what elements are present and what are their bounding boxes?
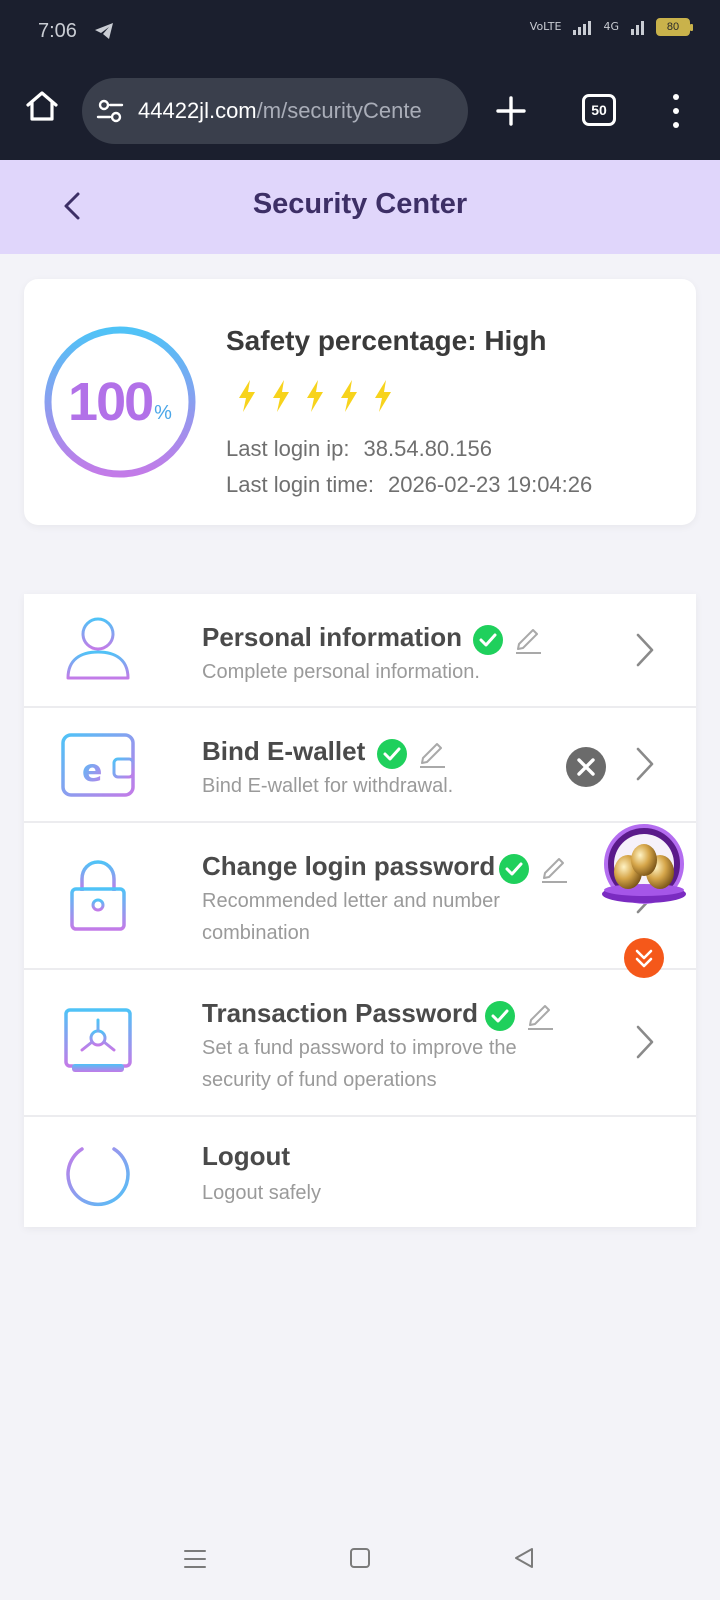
- lightning-icon: [307, 380, 323, 412]
- home-icon[interactable]: [24, 88, 60, 124]
- menu-item-transaction-password[interactable]: Transaction Password Set a fund password…: [24, 970, 696, 1117]
- safety-percent: 100 %: [42, 324, 198, 480]
- last-login-time-value: 2026-02-23 19:04:26: [387, 472, 593, 497]
- volte-indicator: VoLTE: [529, 20, 562, 33]
- lightning-icon: [273, 380, 289, 412]
- lightning-icon: [375, 380, 391, 412]
- chevron-right-icon: [636, 633, 654, 667]
- svg-text:e: e: [82, 754, 102, 789]
- battery-icon: 80: [656, 18, 693, 36]
- double-chevron-down-icon: [635, 949, 653, 968]
- telegram-icon: [95, 23, 113, 39]
- address-bar[interactable]: 44422jl.com/m/securityCente: [82, 78, 468, 144]
- expand-button[interactable]: [624, 938, 664, 978]
- edit-pencil-icon[interactable]: [526, 1000, 554, 1030]
- site-settings-icon[interactable]: [96, 98, 124, 124]
- last-login-time-label: Last login time:: [226, 472, 374, 497]
- system-nav-bar: [0, 1528, 720, 1600]
- menu-item-description: Bind E-wallet for withdrawal.: [202, 775, 454, 797]
- verified-check-icon: [377, 739, 407, 769]
- menu-item-description: Complete personal information.: [202, 661, 480, 683]
- menu-item-description: Set a fund password to improve the secur…: [202, 1037, 517, 1091]
- browser-toolbar: 44422jl.com/m/securityCente 50: [0, 64, 720, 160]
- menu-item-change-login-password[interactable]: Change login password Recommended letter…: [24, 823, 696, 970]
- new-tab-icon[interactable]: [494, 94, 528, 128]
- menu-item-title: Personal information: [202, 622, 463, 652]
- more-options-icon[interactable]: [672, 94, 680, 128]
- safety-level-title: Safety percentage: High: [226, 325, 547, 356]
- page-header: Security Center: [0, 160, 720, 254]
- safe-icon: [64, 1008, 132, 1072]
- edit-pencil-icon[interactable]: [514, 624, 542, 654]
- security-menu: Personal information Complete personal i…: [24, 594, 696, 1227]
- chevron-right-icon: [636, 1025, 654, 1059]
- power-icon: [66, 1137, 130, 1207]
- url-host: 44422jl.com: [138, 98, 257, 123]
- menu-item-title: Logout: [202, 1141, 291, 1171]
- signal-bars-icon: [573, 19, 592, 35]
- menu-item-title: Transaction Password: [202, 998, 478, 1028]
- url-text[interactable]: 44422jl.com/m/securityCente: [138, 98, 422, 124]
- status-bar: 7:06 VoLTE 4G 80: [0, 0, 720, 64]
- system-back-icon[interactable]: [512, 1546, 536, 1570]
- signal-bars-2-icon: [631, 19, 644, 35]
- safety-percent-value: 100: [68, 372, 154, 432]
- last-login-time: Last login time: 2026-02-23 19:04:26: [226, 472, 592, 498]
- safety-percent-unit: %: [154, 401, 172, 424]
- page-title: Security Center: [252, 188, 468, 220]
- e-wallet-icon: e: [61, 733, 135, 797]
- menu-item-title: Bind E-wallet: [202, 736, 366, 766]
- lightning-icon: [239, 380, 255, 412]
- url-path: /m/securityCente: [256, 98, 422, 123]
- verified-check-icon: [473, 625, 503, 655]
- menu-item-description: Recommended letter and number combinatio…: [202, 890, 500, 944]
- last-login-ip: Last login ip: 38.54.80.156: [226, 436, 492, 462]
- edit-pencil-icon[interactable]: [540, 853, 568, 883]
- last-login-ip-value: 38.54.80.156: [363, 436, 492, 461]
- lightning-icon: [341, 380, 357, 412]
- verified-check-icon: [485, 1001, 515, 1031]
- close-icon: [577, 758, 595, 776]
- promo-golden-eggs-icon[interactable]: [598, 824, 690, 908]
- verified-check-icon: [499, 854, 529, 884]
- menu-item-description: Logout safely: [202, 1182, 321, 1204]
- system-home-icon[interactable]: [350, 1548, 370, 1568]
- edit-pencil-icon[interactable]: [418, 738, 446, 768]
- safety-level-bolts: [236, 379, 394, 413]
- last-login-ip-label: Last login ip:: [226, 436, 350, 461]
- lock-icon: [70, 860, 126, 931]
- menu-item-personal-information[interactable]: Personal information Complete personal i…: [24, 594, 696, 708]
- close-promo-button[interactable]: [566, 747, 606, 787]
- recent-apps-icon[interactable]: [184, 1548, 206, 1570]
- user-icon: [66, 617, 130, 680]
- network-type: 4G: [603, 20, 619, 33]
- menu-item-title: Change login password: [202, 851, 496, 881]
- chevron-right-icon: [636, 747, 654, 781]
- safety-card: 100 % Safety percentage: High Last login…: [24, 279, 696, 525]
- status-time: 7:06: [38, 20, 77, 42]
- tab-switcher-button[interactable]: 50: [582, 94, 616, 126]
- menu-item-logout[interactable]: Logout Logout safely: [24, 1117, 696, 1227]
